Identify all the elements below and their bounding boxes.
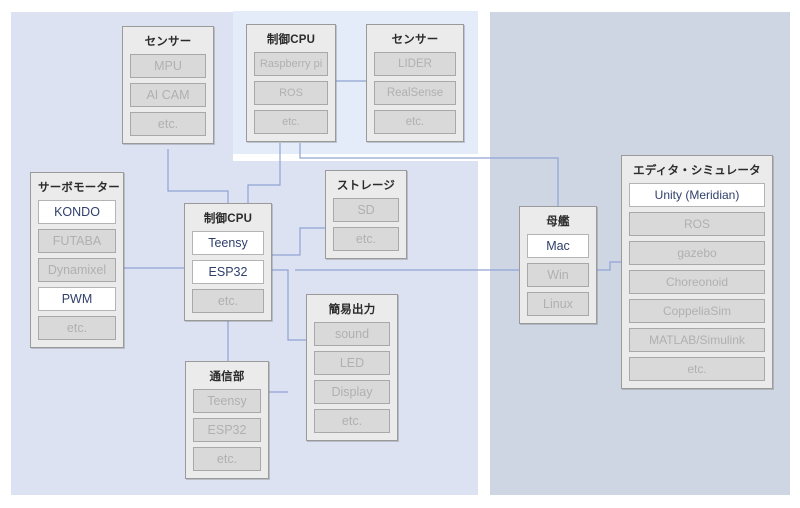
group-title: 制御CPU [266, 34, 316, 46]
item-led[interactable]: LED [314, 351, 390, 375]
item-teensy[interactable]: Teensy [192, 231, 264, 255]
item-ai-cam[interactable]: AI CAM [130, 83, 206, 107]
item-display[interactable]: Display [314, 380, 390, 404]
item-etc[interactable]: etc. [192, 289, 264, 313]
item-etc[interactable]: etc. [130, 112, 206, 136]
group-control-cpu-teensy[interactable]: 制御CPU Teensy ESP32 etc. [184, 203, 272, 321]
item-sound[interactable]: sound [314, 322, 390, 346]
item-mac[interactable]: Mac [527, 234, 589, 258]
item-etc[interactable]: etc. [314, 409, 390, 433]
item-matlab-simulink[interactable]: MATLAB/Simulink [629, 328, 765, 352]
item-futaba[interactable]: FUTABA [38, 229, 116, 253]
item-etc[interactable]: etc. [193, 447, 261, 471]
item-esp32[interactable]: ESP32 [193, 418, 261, 442]
item-realsense[interactable]: RealSense [374, 81, 456, 105]
item-etc[interactable]: etc. [333, 227, 399, 251]
item-pwm[interactable]: PWM [38, 287, 116, 311]
group-title: 通信部 [209, 371, 245, 383]
item-etc[interactable]: etc. [374, 110, 456, 134]
item-ros[interactable]: ROS [254, 81, 328, 105]
group-title: 簡易出力 [328, 304, 376, 316]
group-title: センサー [391, 34, 439, 46]
group-title: 制御CPU [203, 213, 253, 225]
highlight-gap-bottom [233, 154, 478, 161]
item-sd[interactable]: SD [333, 198, 399, 222]
diagram-canvas: センサー MPU AI CAM etc. 制御CPU Raspberry pi … [0, 0, 800, 508]
group-sensor-top[interactable]: センサー MPU AI CAM etc. [122, 26, 214, 144]
item-mpu[interactable]: MPU [130, 54, 206, 78]
group-editor-simulator[interactable]: エディタ・シミュレータ Unity (Meridian) ROS gazebo … [621, 155, 773, 389]
group-control-cpu-rpi[interactable]: 制御CPU Raspberry pi ROS etc. [246, 24, 336, 142]
item-etc[interactable]: etc. [254, 110, 328, 134]
group-title: 母艦 [546, 216, 570, 228]
group-title: サーボモーター [38, 182, 120, 194]
item-unity-meridian[interactable]: Unity (Meridian) [629, 183, 765, 207]
group-title: エディタ・シミュレータ [633, 165, 761, 177]
group-mother-ship[interactable]: 母艦 Mac Win Linux [519, 206, 597, 324]
group-title: ストレージ [336, 180, 396, 192]
group-title: センサー [144, 36, 192, 48]
item-win[interactable]: Win [527, 263, 589, 287]
group-sensor-lidar[interactable]: センサー LIDER RealSense etc. [366, 24, 464, 142]
item-ros[interactable]: ROS [629, 212, 765, 236]
group-communication[interactable]: 通信部 Teensy ESP32 etc. [185, 361, 269, 479]
group-simple-output[interactable]: 簡易出力 sound LED Display etc. [306, 294, 398, 441]
item-coppeliasim[interactable]: CoppeliaSim [629, 299, 765, 323]
item-gazebo[interactable]: gazebo [629, 241, 765, 265]
item-esp32[interactable]: ESP32 [192, 260, 264, 284]
item-lider[interactable]: LIDER [374, 52, 456, 76]
item-dynamixel[interactable]: Dynamixel [38, 258, 116, 282]
item-raspberry-pi[interactable]: Raspberry pi [254, 52, 328, 76]
item-kondo[interactable]: KONDO [38, 200, 116, 224]
item-teensy[interactable]: Teensy [193, 389, 261, 413]
item-choreonoid[interactable]: Choreonoid [629, 270, 765, 294]
item-etc[interactable]: etc. [38, 316, 116, 340]
group-servo-motor[interactable]: サーボモーター KONDO FUTABA Dynamixel PWM etc. [30, 172, 124, 348]
group-storage[interactable]: ストレージ SD etc. [325, 170, 407, 259]
item-linux[interactable]: Linux [527, 292, 589, 316]
item-etc[interactable]: etc. [629, 357, 765, 381]
